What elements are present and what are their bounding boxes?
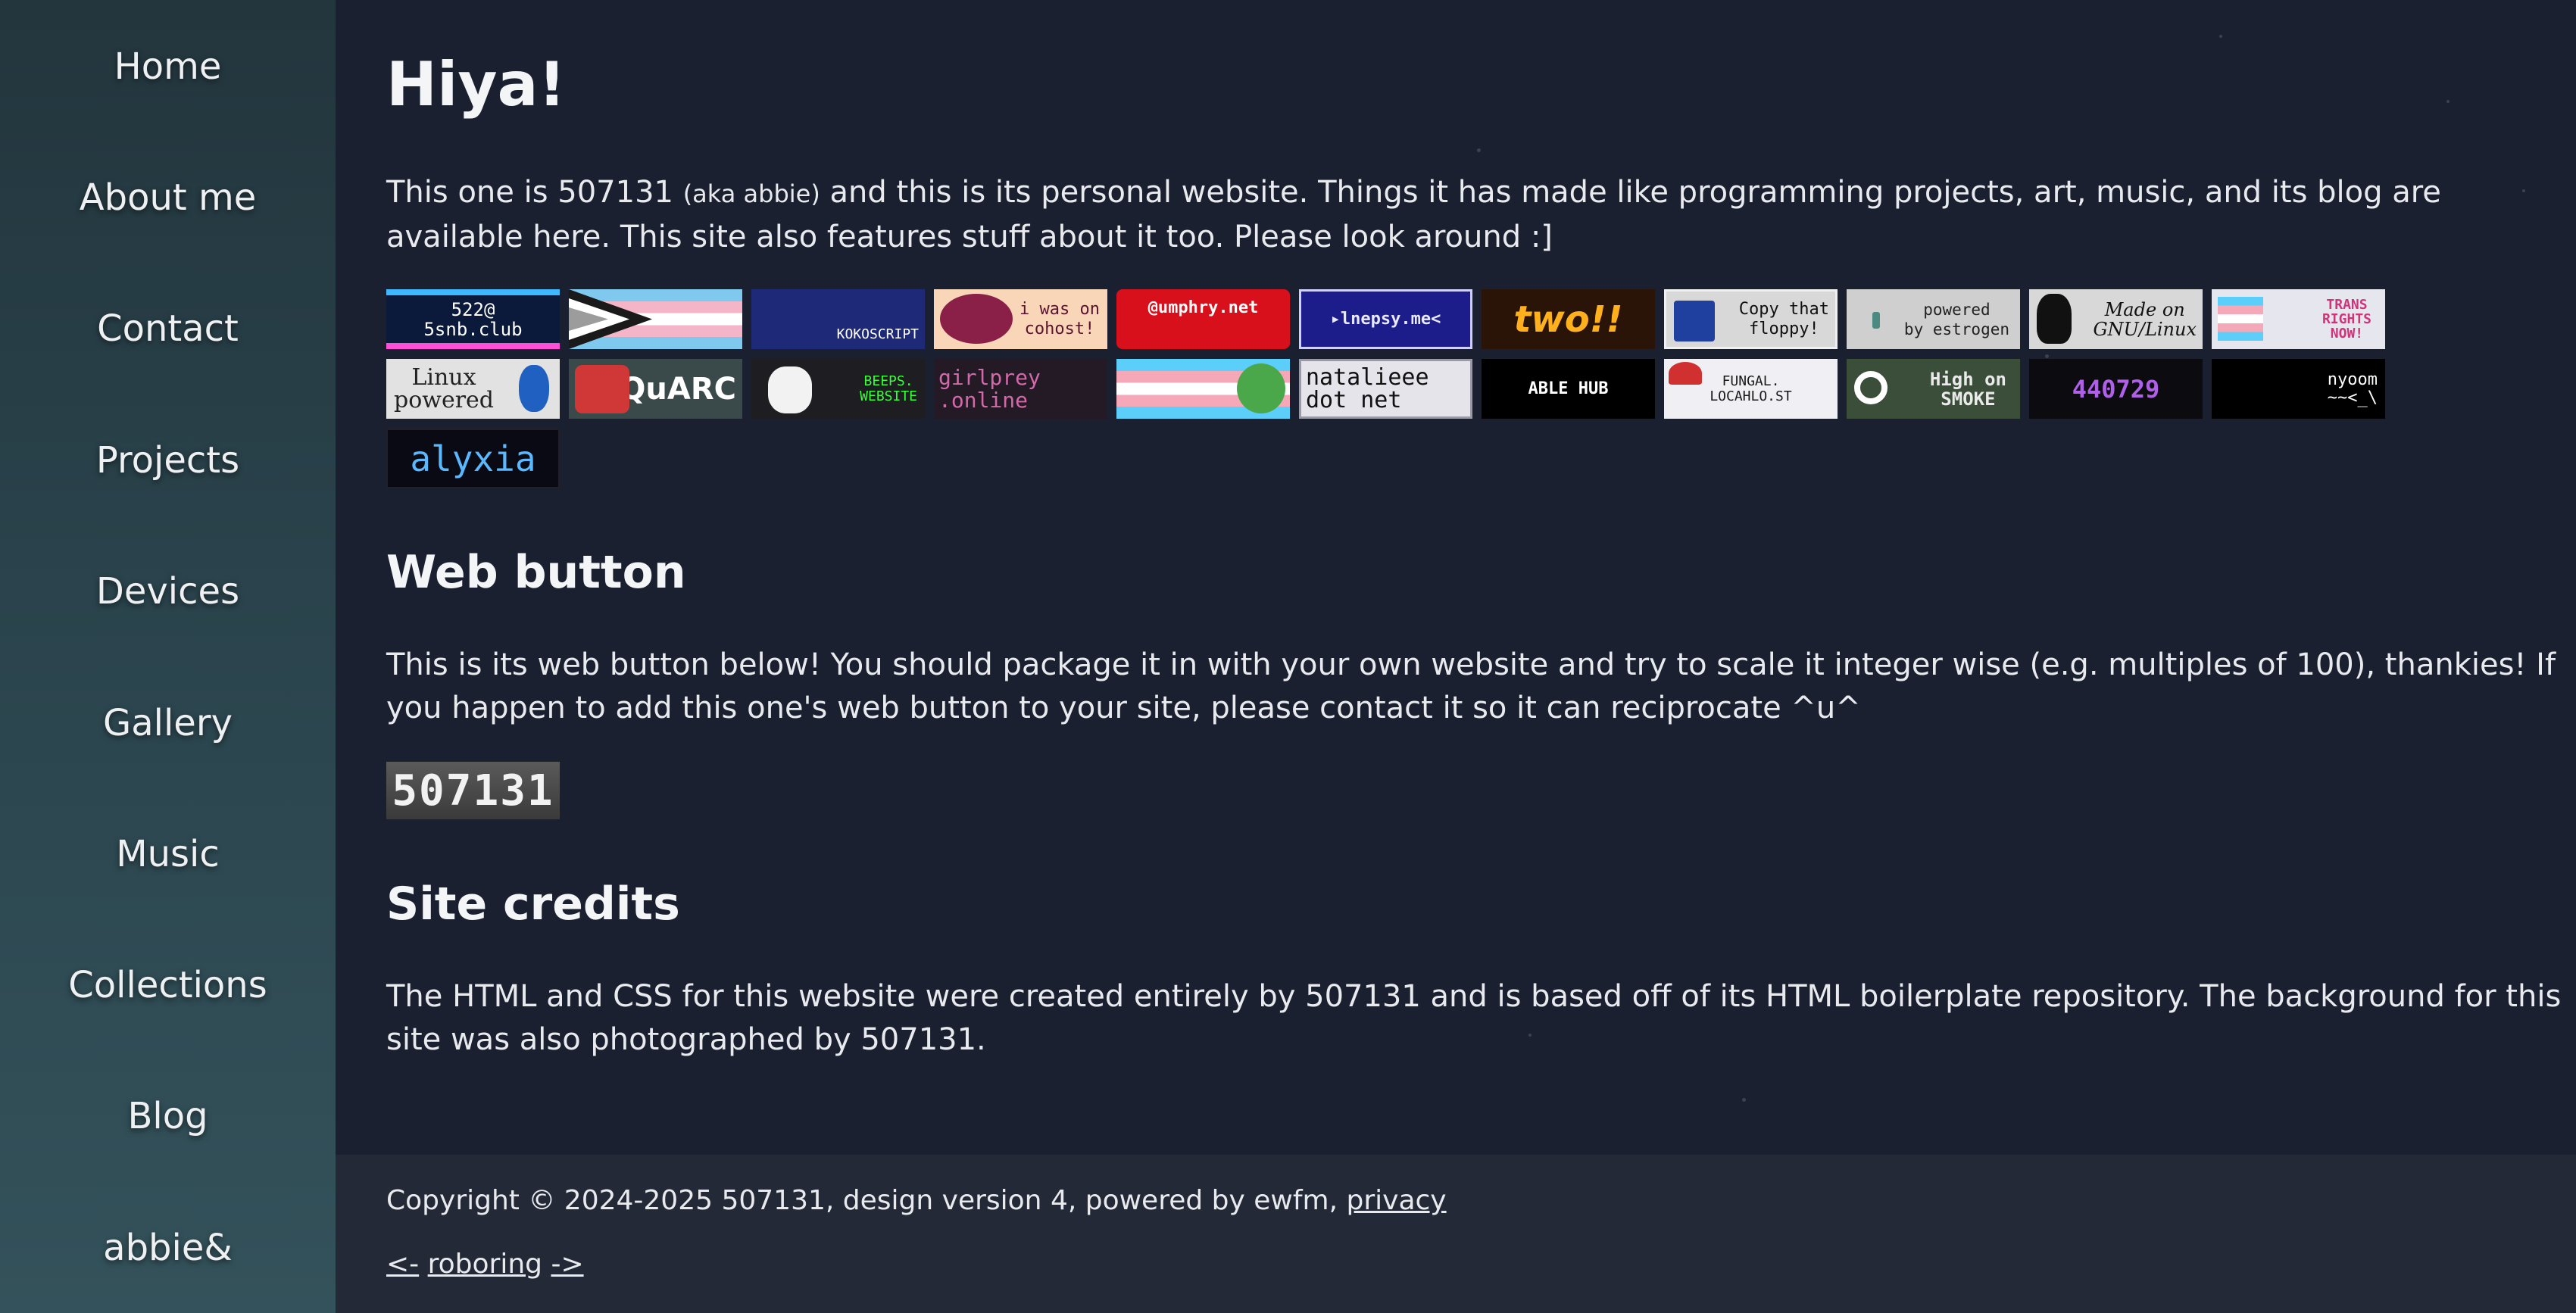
umphry-net-button[interactable]: @umphry.net bbox=[1116, 289, 1290, 349]
sidebar-item-blog[interactable]: Blog bbox=[0, 1093, 336, 1139]
fungal-mushroom-button[interactable]: FUNGAL. LOCAHLO.ST bbox=[1664, 359, 1838, 419]
button-text: @umphry.net bbox=[1147, 298, 1259, 317]
intro-text-start: This one is 507131 bbox=[386, 175, 683, 210]
flag-chevron-icon bbox=[569, 289, 652, 349]
intro-paragraph-block: This one is 507131 (aka abbie) and this … bbox=[386, 171, 2568, 259]
lnepsy-me-button[interactable]: ▸lnepsy.me< bbox=[1299, 289, 1472, 349]
intro-paragraph: This one is 507131 (aka abbie) and this … bbox=[386, 171, 2568, 259]
kokoscript-button[interactable]: KOKOSCRIPT bbox=[751, 289, 925, 349]
sidebar-nav: Home About me Contact Projects Devices G… bbox=[0, 0, 336, 1313]
copyright-line: Copyright © 2024-2025 507131, design ver… bbox=[386, 1184, 1447, 1218]
mushroom-icon bbox=[1669, 362, 1702, 385]
button-text: nyoom ~~<_\ bbox=[2327, 370, 2378, 407]
sidebar-item-home[interactable]: Home bbox=[0, 44, 336, 89]
privacy-link[interactable]: privacy bbox=[1346, 1185, 1446, 1216]
floppy-disk-icon bbox=[1674, 301, 1715, 342]
button-text: High on SMOKE bbox=[1929, 368, 2006, 410]
button-text: QuARC bbox=[620, 371, 736, 407]
aka-note: (aka abbie) bbox=[682, 179, 820, 208]
tux-penguin-icon bbox=[2037, 294, 2072, 344]
sidebar-item-about-me[interactable]: About me bbox=[0, 175, 336, 220]
sidebar-item-music[interactable]: Music bbox=[0, 831, 336, 877]
webring-nav: <- roboring -> bbox=[386, 1247, 584, 1282]
button-text: i was on cohost! bbox=[1019, 299, 1100, 338]
trans-flag-icon bbox=[2218, 297, 2263, 341]
site-credits-heading: Site credits bbox=[386, 878, 680, 931]
button-text: girlprey .online bbox=[938, 364, 1041, 413]
alyxia-button[interactable]: alyxia bbox=[386, 429, 560, 488]
two-button[interactable]: two!! bbox=[1482, 289, 1655, 349]
key-icon bbox=[1854, 371, 1888, 404]
button-text: powered by estrogen bbox=[1903, 300, 2009, 338]
button-text: FUNGAL. LOCAHLO.ST bbox=[1710, 373, 1792, 404]
footer: Copyright © 2024-2025 507131, design ver… bbox=[336, 1155, 2576, 1313]
linux-powered-button[interactable]: Linux powered bbox=[386, 359, 560, 419]
button-text: Copy that floppy! bbox=[1738, 299, 1829, 338]
demigirl-flag-trans-flag-button[interactable] bbox=[569, 289, 742, 349]
able-hub-button[interactable]: ABLE HUB bbox=[1482, 359, 1655, 419]
button-text: Linux powered bbox=[394, 363, 494, 413]
site-credits-paragraph: The HTML and CSS for this website were c… bbox=[386, 979, 2562, 1057]
button-text: KOKOSCRIPT bbox=[836, 326, 919, 342]
sidebar-item-devices[interactable]: Devices bbox=[0, 569, 336, 614]
webring-roboring-link[interactable]: roboring bbox=[428, 1249, 542, 1280]
button-text: 440729 bbox=[2072, 374, 2160, 404]
button-text: BEEPS. WEBSITE bbox=[860, 373, 917, 404]
button-text: natalieee dot net bbox=[1306, 363, 1429, 413]
nyoom-button[interactable]: nyoom ~~<_\ bbox=[2212, 359, 2385, 419]
button-text: two!! bbox=[1513, 298, 1623, 341]
floppy-disk-button[interactable]: Copy that floppy! bbox=[1664, 289, 1838, 349]
sidebar-item-contact[interactable]: Contact bbox=[0, 306, 336, 351]
button-text: alyxia bbox=[410, 438, 536, 479]
beeps-website-button[interactable]: BEEPS. WEBSITE bbox=[751, 359, 925, 419]
pill-icon bbox=[1872, 312, 1880, 329]
sidebar-item-collections[interactable]: Collections bbox=[0, 962, 336, 1008]
button-text: TRANS RIGHTS NOW! bbox=[2322, 297, 2371, 342]
trans-flag-bush-button[interactable] bbox=[1116, 359, 1290, 419]
gnu-linux-tux-button[interactable]: Made on GNU/Linux bbox=[2029, 289, 2203, 349]
button-text: ▸lnepsy.me< bbox=[1330, 309, 1441, 329]
webring-next-link[interactable]: -> bbox=[551, 1249, 583, 1280]
button-text: ABLE HUB bbox=[1528, 379, 1609, 398]
bush-icon bbox=[1237, 363, 1285, 413]
trans-rights-now-button[interactable]: TRANS RIGHTS NOW! bbox=[2212, 289, 2385, 349]
cohost-bug-button[interactable]: i was on cohost! bbox=[934, 289, 1107, 349]
bug-icon bbox=[940, 294, 1013, 344]
sidebar-item-gallery[interactable]: Gallery bbox=[0, 700, 336, 746]
web-button-paragraph: This is its web button below! You should… bbox=[386, 647, 2556, 725]
high-on-smoke-button[interactable]: High on SMOKE bbox=[1847, 359, 2020, 419]
quarc-button[interactable]: QuARC bbox=[569, 359, 742, 419]
webring-prev-link[interactable]: <- bbox=[386, 1249, 419, 1280]
natalieee-dot-net-button[interactable]: natalieee dot net bbox=[1299, 359, 1472, 419]
440729-button[interactable]: 440729 bbox=[2029, 359, 2203, 419]
main-content: Hiya! This one is 507131 (aka abbie) and… bbox=[336, 0, 2576, 1155]
sidebar-item-abbie[interactable]: abbie& bbox=[0, 1225, 336, 1271]
site-web-button[interactable]: 507131 bbox=[386, 762, 560, 819]
tux-penguin-icon bbox=[519, 365, 549, 412]
page-title: Hiya! bbox=[386, 49, 566, 120]
girlprey-online-button[interactable]: girlprey .online bbox=[934, 359, 1107, 419]
5snb-club-button[interactable]: 522@ 5snb.club bbox=[386, 289, 560, 349]
copyright-text: Copyright © 2024-2025 507131, design ver… bbox=[386, 1185, 1347, 1216]
robot-face-icon bbox=[575, 365, 629, 413]
button-text: 522@ 5snb.club bbox=[423, 298, 523, 340]
sidebar-item-projects[interactable]: Projects bbox=[0, 438, 336, 483]
estrogen-button[interactable]: powered by estrogen bbox=[1847, 289, 2020, 349]
creature-icon bbox=[768, 366, 812, 413]
web-button-heading: Web button bbox=[386, 546, 686, 599]
button-text: Made on GNU/Linux bbox=[2093, 298, 2197, 340]
